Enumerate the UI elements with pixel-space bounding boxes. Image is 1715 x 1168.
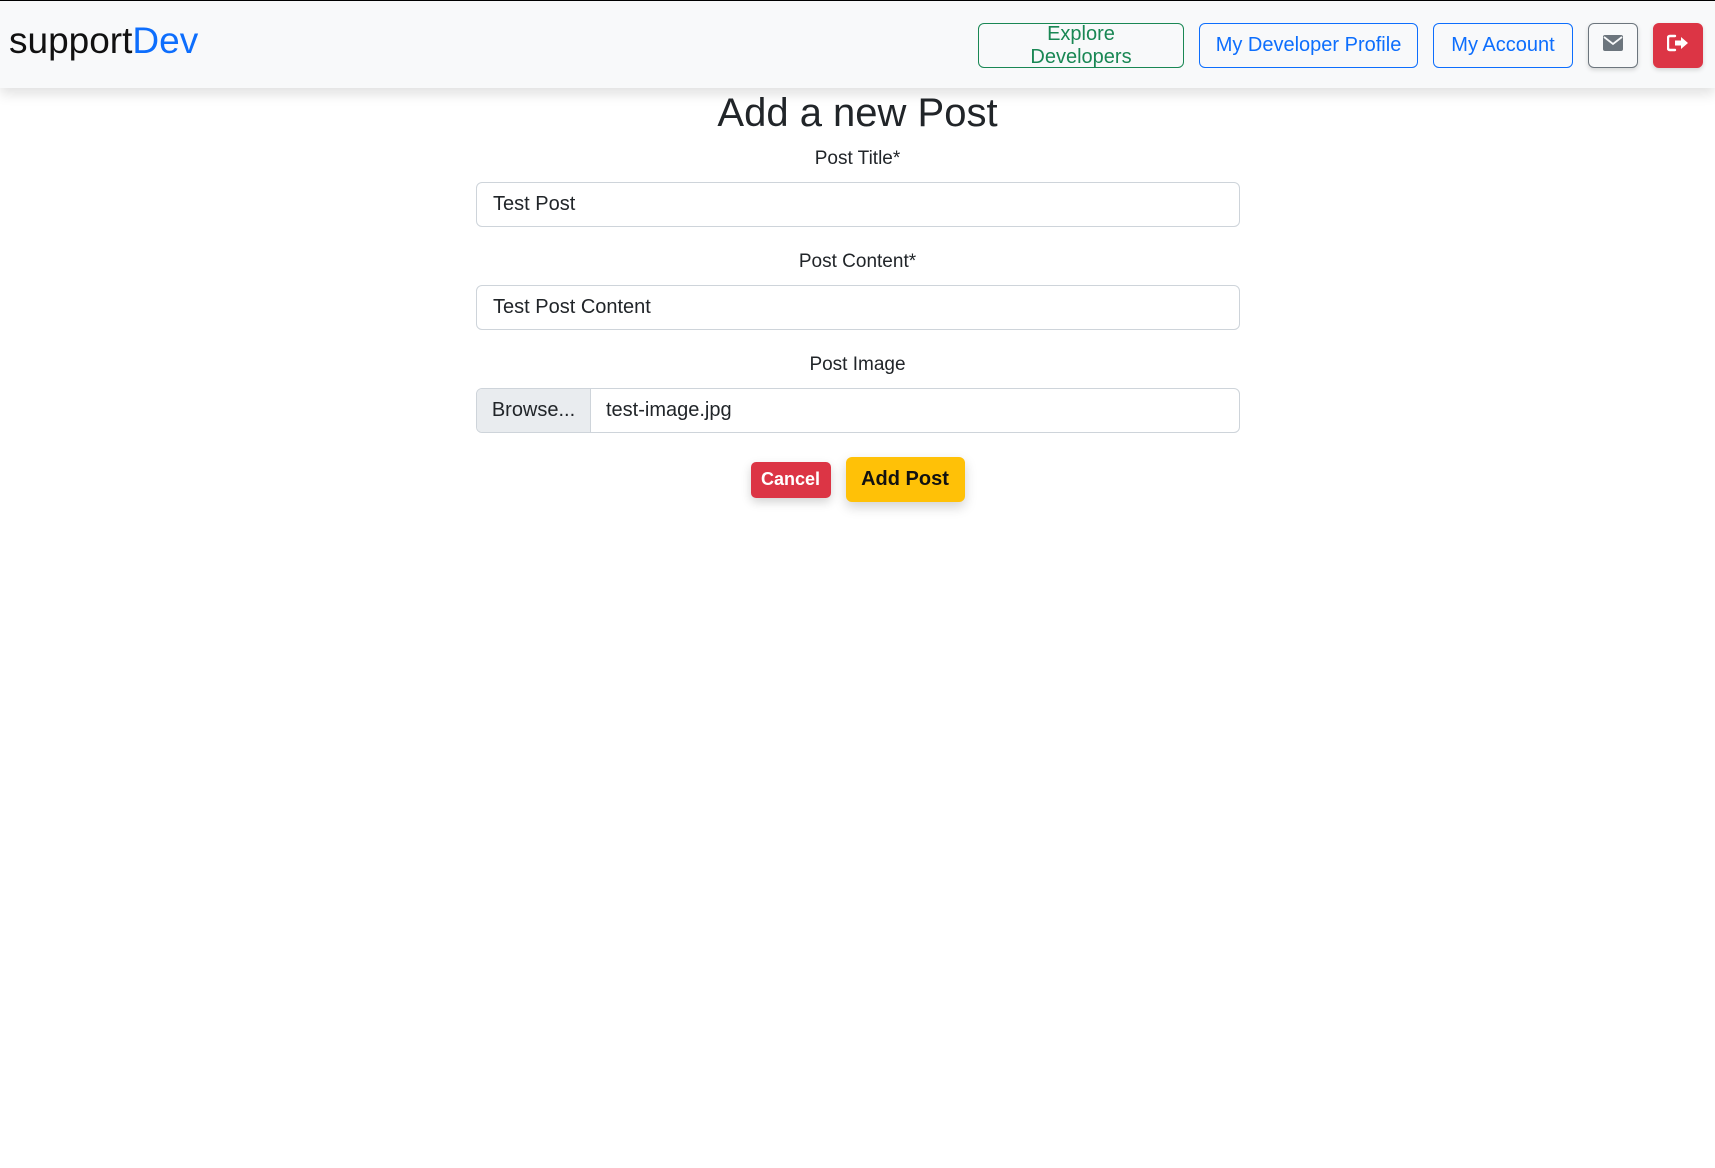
post-content-input[interactable] bbox=[476, 285, 1240, 330]
explore-developers-button[interactable]: Explore Developers bbox=[978, 23, 1184, 68]
sign-out-icon bbox=[1666, 34, 1689, 58]
brand-accent: Dev bbox=[132, 20, 199, 61]
my-developer-profile-button[interactable]: My Developer Profile bbox=[1199, 23, 1418, 68]
post-title-input[interactable] bbox=[476, 182, 1240, 227]
selected-file-name: test-image.jpg bbox=[606, 399, 732, 421]
navbar: supportDev Explore Developers My Develop… bbox=[0, 0, 1715, 88]
brand-prefix: support bbox=[9, 20, 133, 61]
cancel-button[interactable]: Cancel bbox=[750, 461, 831, 498]
nav-buttons: Explore Developers My Developer Profile … bbox=[978, 23, 1703, 68]
post-image-label: Post Image bbox=[809, 354, 906, 375]
add-post-button[interactable]: Add Post bbox=[845, 457, 965, 502]
post-content-label: Post Content* bbox=[798, 251, 917, 272]
my-account-button[interactable]: My Account bbox=[1433, 23, 1573, 68]
form-actions: Cancel Add Post bbox=[0, 457, 1715, 502]
browse-button[interactable]: Browse... bbox=[477, 389, 591, 432]
post-title-label: Post Title* bbox=[814, 148, 901, 169]
page-title: Add a new Post bbox=[717, 91, 998, 135]
messages-button[interactable] bbox=[1588, 23, 1638, 68]
logout-button[interactable] bbox=[1653, 23, 1703, 68]
brand-logo[interactable]: supportDev bbox=[9, 19, 198, 63]
post-image-file-input[interactable]: Browse... test-image.jpg bbox=[476, 388, 1240, 433]
envelope-icon bbox=[1603, 34, 1623, 57]
